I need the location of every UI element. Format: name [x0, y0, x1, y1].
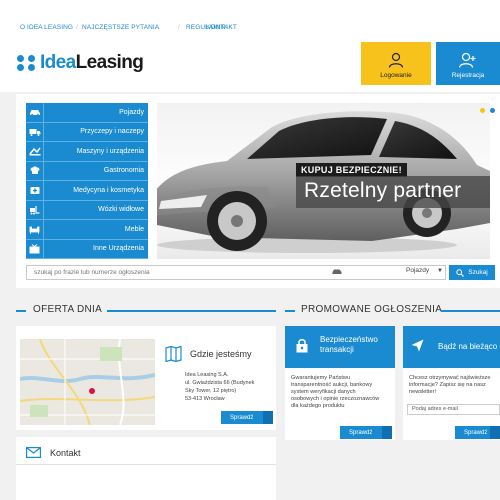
address-line: 53-413 Wrocław [185, 396, 225, 402]
promo-description: Gwarantujemy Państwu transparentność auk… [291, 375, 380, 409]
category-label: Medycyna i kosmetyka [73, 186, 144, 194]
map-icon [165, 346, 182, 362]
chevron-down-icon[interactable]: ▼ [437, 268, 443, 274]
promo-card-newsletter: Bądź na bieżąco Chcesz otrzymywać najświ… [403, 326, 500, 440]
category-vehicles[interactable]: Pojazdy [26, 103, 148, 123]
send-icon [411, 339, 424, 352]
button-label: Sprawdź [349, 429, 373, 436]
section-line [285, 310, 295, 312]
promo-description: Chcesz otrzymywać najświeższe informacje… [409, 375, 491, 395]
section-title-offer: OFERTA DNIA [33, 304, 103, 315]
search-bar: Pojazdy ▼ Szukaj [26, 265, 496, 280]
button-label: Sprawdź [464, 429, 488, 436]
location-title: Gdzie jesteśmy [190, 349, 252, 359]
category-label: Pojazdy [119, 108, 144, 116]
promo-title-line: transakcji [320, 345, 354, 354]
email-field[interactable]: Podaj adres e-mail [407, 404, 500, 415]
login-button[interactable]: Logowanie [361, 42, 431, 85]
truck-icon [29, 128, 40, 136]
search-icon [456, 268, 465, 277]
logo-mark [17, 55, 37, 71]
category-machines[interactable]: Maszyny i urządzenia [26, 142, 148, 162]
category-label: Przyczepy i naczepy [80, 128, 144, 136]
car-icon [29, 110, 40, 117]
category-trailers[interactable]: Przyczepy i naczepy [26, 122, 148, 142]
top-navigation: O IDEA LEASING / NAJCZĘSTSZE PYTANIA / R… [0, 0, 500, 40]
slider-dot[interactable] [490, 108, 495, 113]
address-line: Sky Tower, 12 piętro) [185, 388, 237, 394]
register-button[interactable]: Rejestracja [436, 42, 500, 85]
car-icon [332, 269, 342, 274]
newsletter-check-button[interactable]: Sprawdź [455, 426, 500, 439]
divider [16, 464, 276, 465]
section-line [441, 310, 500, 312]
promo-title: Bądź na bieżąco [438, 342, 498, 351]
search-input[interactable] [26, 265, 446, 280]
nav-link-contact[interactable]: KONTAKT [206, 24, 237, 31]
category-label: Inne Urządzenia [93, 245, 144, 253]
address-line: Idea Leasing S.A. [185, 372, 229, 378]
logo[interactable]: IdeaLeasing [17, 52, 144, 74]
category-menu: Pojazdy Przyczepy i naczepy Maszyny i ur… [26, 103, 148, 259]
category-label: Wózki widłowe [98, 206, 144, 214]
category-furniture[interactable]: Meble [26, 220, 148, 240]
category-other[interactable]: Inne Urządzenia [26, 239, 148, 259]
map[interactable] [20, 339, 155, 425]
logo-text-idea: Idea [40, 52, 76, 73]
promo-card-header: Bądź na bieżąco [403, 326, 500, 368]
category-label: Gastronomia [103, 167, 144, 175]
tv-icon [29, 243, 40, 254]
category-medical[interactable]: Medycyna i kosmetyka [26, 181, 148, 201]
search-button[interactable]: Szukaj [449, 265, 495, 280]
header: IdeaLeasing Logowanie Rejestracja [0, 40, 500, 92]
add-user-icon [459, 52, 476, 68]
nav-link-about[interactable]: O IDEA LEASING [20, 24, 73, 31]
category-forklifts[interactable]: Wózki widłowe [26, 200, 148, 220]
security-check-button[interactable]: Sprawdź [340, 426, 392, 439]
hero-tag: KUPUJ BEZPIECZNIE! [296, 163, 407, 177]
section-title-promoted: PROMOWANE OGŁOSZENIA [301, 304, 443, 315]
category-label: Meble [124, 225, 144, 233]
promo-card-header: Bezpieczeństwo transakcji [285, 326, 395, 368]
chef-icon [30, 166, 39, 174]
nav-separator: / [76, 24, 78, 31]
medical-icon [30, 187, 39, 195]
hero-headline: Rzetelny partner [296, 176, 490, 208]
forklift-icon [30, 205, 40, 215]
machine-icon [28, 147, 41, 156]
category-label: Maszyny i urządzenia [76, 147, 144, 155]
category-select[interactable]: Pojazdy [406, 267, 429, 274]
login-label: Logowanie [380, 72, 412, 79]
nav-separator: / [178, 24, 180, 31]
location-check-button[interactable]: Sprawdź [221, 411, 273, 424]
category-gastronomy[interactable]: Gastronomia [26, 161, 148, 181]
furniture-icon [29, 226, 40, 234]
promo-card-security: Bezpieczeństwo transakcji Gwarantujemy P… [285, 326, 395, 440]
user-icon [388, 52, 404, 68]
logo-text-leasing: Leasing [75, 52, 144, 73]
nav-link-faq[interactable]: NAJCZĘSTSZE PYTANIA [82, 24, 159, 31]
button-label: Sprawdź [230, 414, 254, 421]
search-button-label: Szukaj [468, 269, 488, 276]
address-line: ul. Gwiaździsta 66 (Budynek [185, 380, 255, 386]
slider-dot-active[interactable] [480, 108, 485, 113]
register-label: Rejestracja [451, 72, 485, 79]
contact-title: Kontakt [50, 448, 81, 458]
lock-icon [296, 339, 308, 353]
section-line [16, 310, 26, 312]
envelope-icon [26, 447, 41, 458]
section-line [107, 310, 276, 312]
contact-card[interactable] [16, 437, 276, 500]
promo-title-line: Bezpieczeństwo [320, 335, 378, 344]
